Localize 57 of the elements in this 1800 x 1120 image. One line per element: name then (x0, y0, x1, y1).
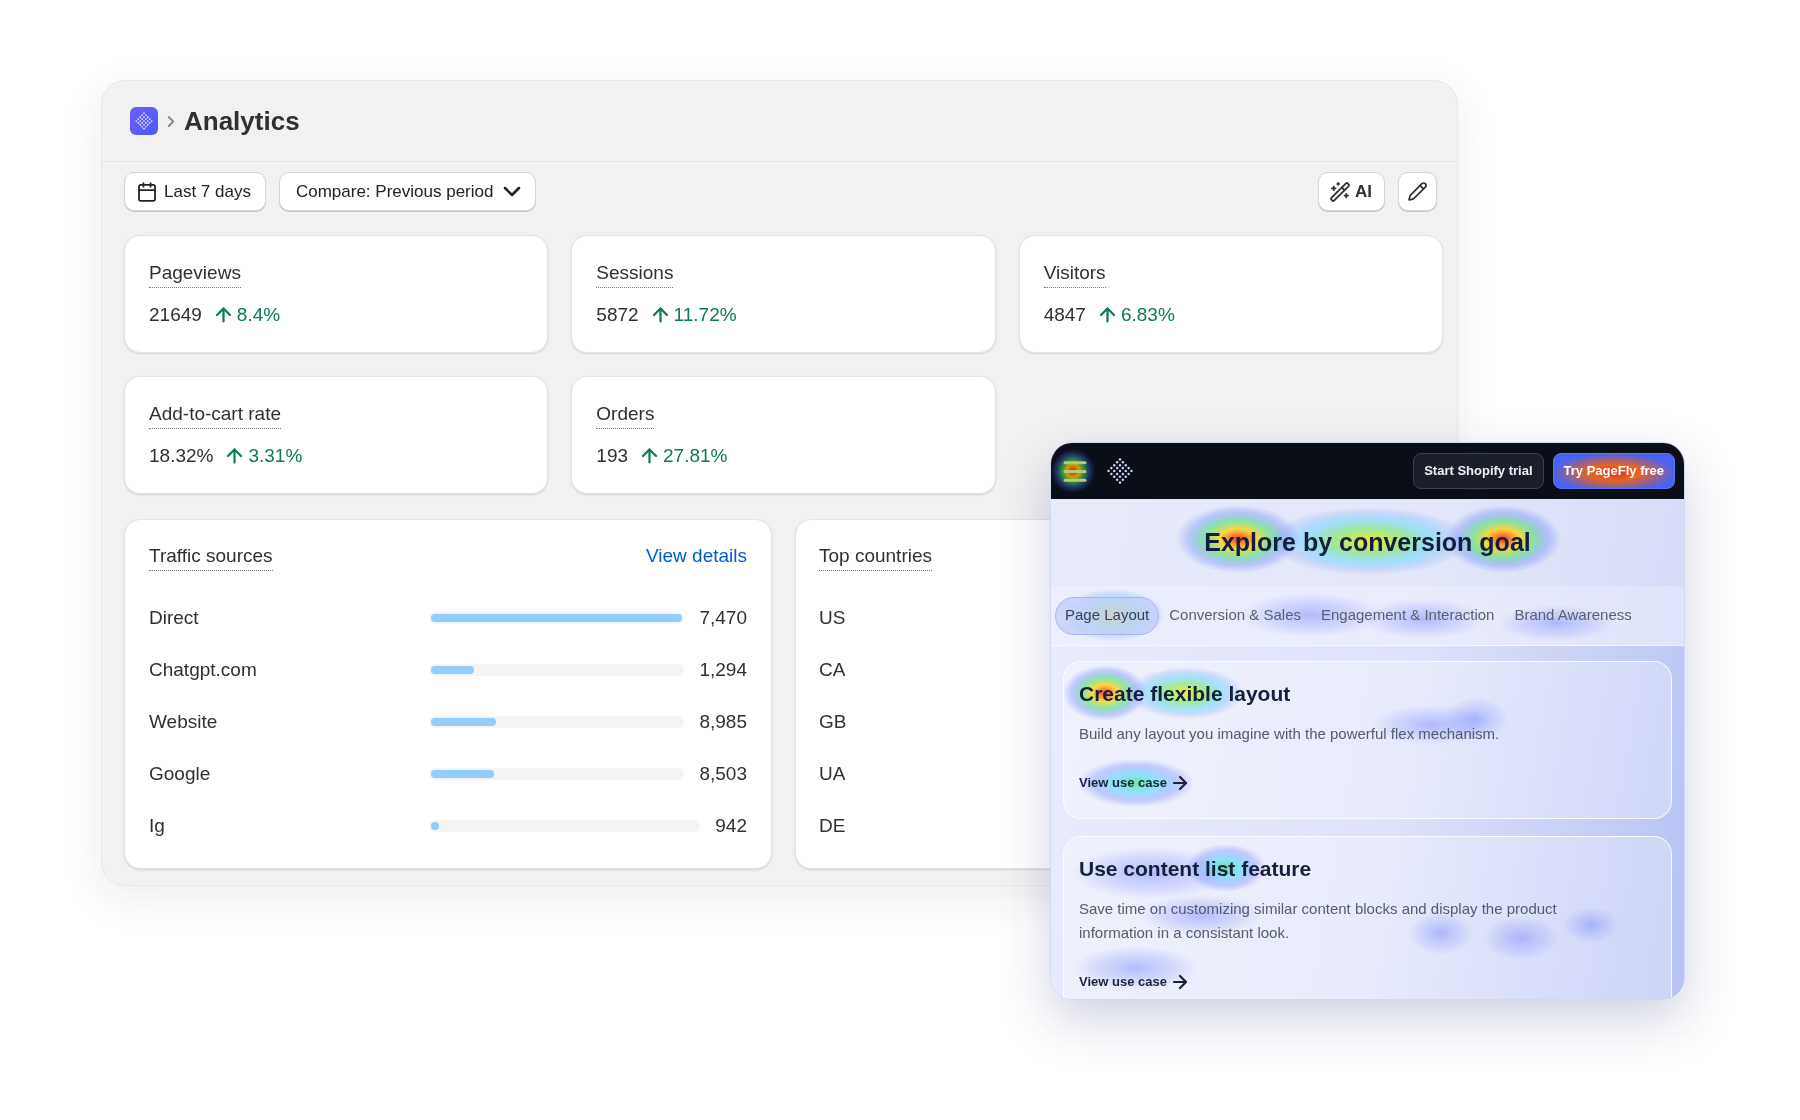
visit-count: 1,294 (699, 657, 747, 682)
date-range-button[interactable]: Last 7 days (124, 172, 266, 211)
metric-change: 6.83% (1120, 303, 1175, 327)
card-title: Top countries (819, 544, 932, 571)
page-title: Analytics (184, 104, 300, 138)
ai-button[interactable]: AI (1318, 172, 1385, 211)
country-code: UA (819, 761, 846, 786)
metric-change: 27.81% (663, 444, 728, 468)
category-tab[interactable]: Conversion & Sales (1159, 596, 1311, 635)
metric-value: 21649 (149, 303, 202, 327)
use-case-title: Use content list feature (1079, 856, 1313, 882)
metric-label: Add-to-cart rate (149, 402, 281, 429)
metric-label: Sessions (596, 261, 674, 288)
card-title: Traffic sources (149, 544, 273, 571)
pencil-icon (1409, 183, 1426, 200)
view-details-link[interactable]: View details (645, 544, 747, 568)
visit-count: 8,985 (699, 709, 747, 734)
country-code: DE (819, 813, 846, 838)
source-name: Website (149, 709, 219, 734)
source-name: Direct (149, 605, 200, 630)
metric-label: Orders (596, 402, 655, 429)
chevron-right-icon (168, 115, 174, 127)
dot-diamond-logo-icon (1107, 458, 1133, 484)
metric-change: 3.31% (248, 444, 303, 468)
country-code: CA (819, 657, 846, 682)
source-name: Ig (149, 813, 166, 838)
visit-count: 7,470 (699, 605, 747, 630)
metric-value: 4847 (1043, 303, 1086, 327)
metric-value: 5872 (596, 303, 639, 327)
visit-count: 942 (715, 813, 747, 838)
metric-label: Visitors (1043, 261, 1106, 288)
metric-change: 8.4% (236, 303, 281, 327)
category-tab[interactable]: Page Layout (1055, 596, 1160, 635)
metric-value: 18.32% (149, 444, 214, 468)
metric-label: Pageviews (149, 261, 241, 288)
visit-count: 8,503 (699, 761, 747, 786)
menu-icon[interactable] (1065, 463, 1085, 479)
arrow-right-icon (1173, 777, 1186, 789)
country-code: GB (819, 709, 847, 734)
chevron-down-icon (505, 188, 520, 195)
source-name: Chatgpt.com (149, 657, 258, 682)
source-name: Google (149, 761, 212, 786)
edit-button[interactable] (1398, 172, 1437, 211)
use-case-description: Save time on customizing similar content blocks and display the product information in a consistant look. (1079, 899, 1558, 943)
app-logo-icon (130, 107, 158, 135)
metric-change: 11.72% (673, 303, 737, 327)
arrow-right-icon (1173, 976, 1186, 988)
compare-dropdown[interactable]: Compare: Previous period (278, 172, 537, 211)
start-trial-button[interactable]: Start Shopify trial (1413, 453, 1544, 489)
country-code: US (819, 605, 846, 630)
calendar-icon (139, 182, 155, 201)
category-tab[interactable]: Brand Awareness (1504, 596, 1642, 635)
try-free-button[interactable]: Try PageFly free (1552, 453, 1675, 489)
magic-wand-icon (1331, 182, 1349, 201)
category-tab[interactable]: Engagement & Interaction (1311, 596, 1505, 635)
use-case-description: Build any layout you imagine with the powerful flex mechanism. (1079, 724, 1501, 744)
metric-value: 193 (596, 444, 629, 468)
